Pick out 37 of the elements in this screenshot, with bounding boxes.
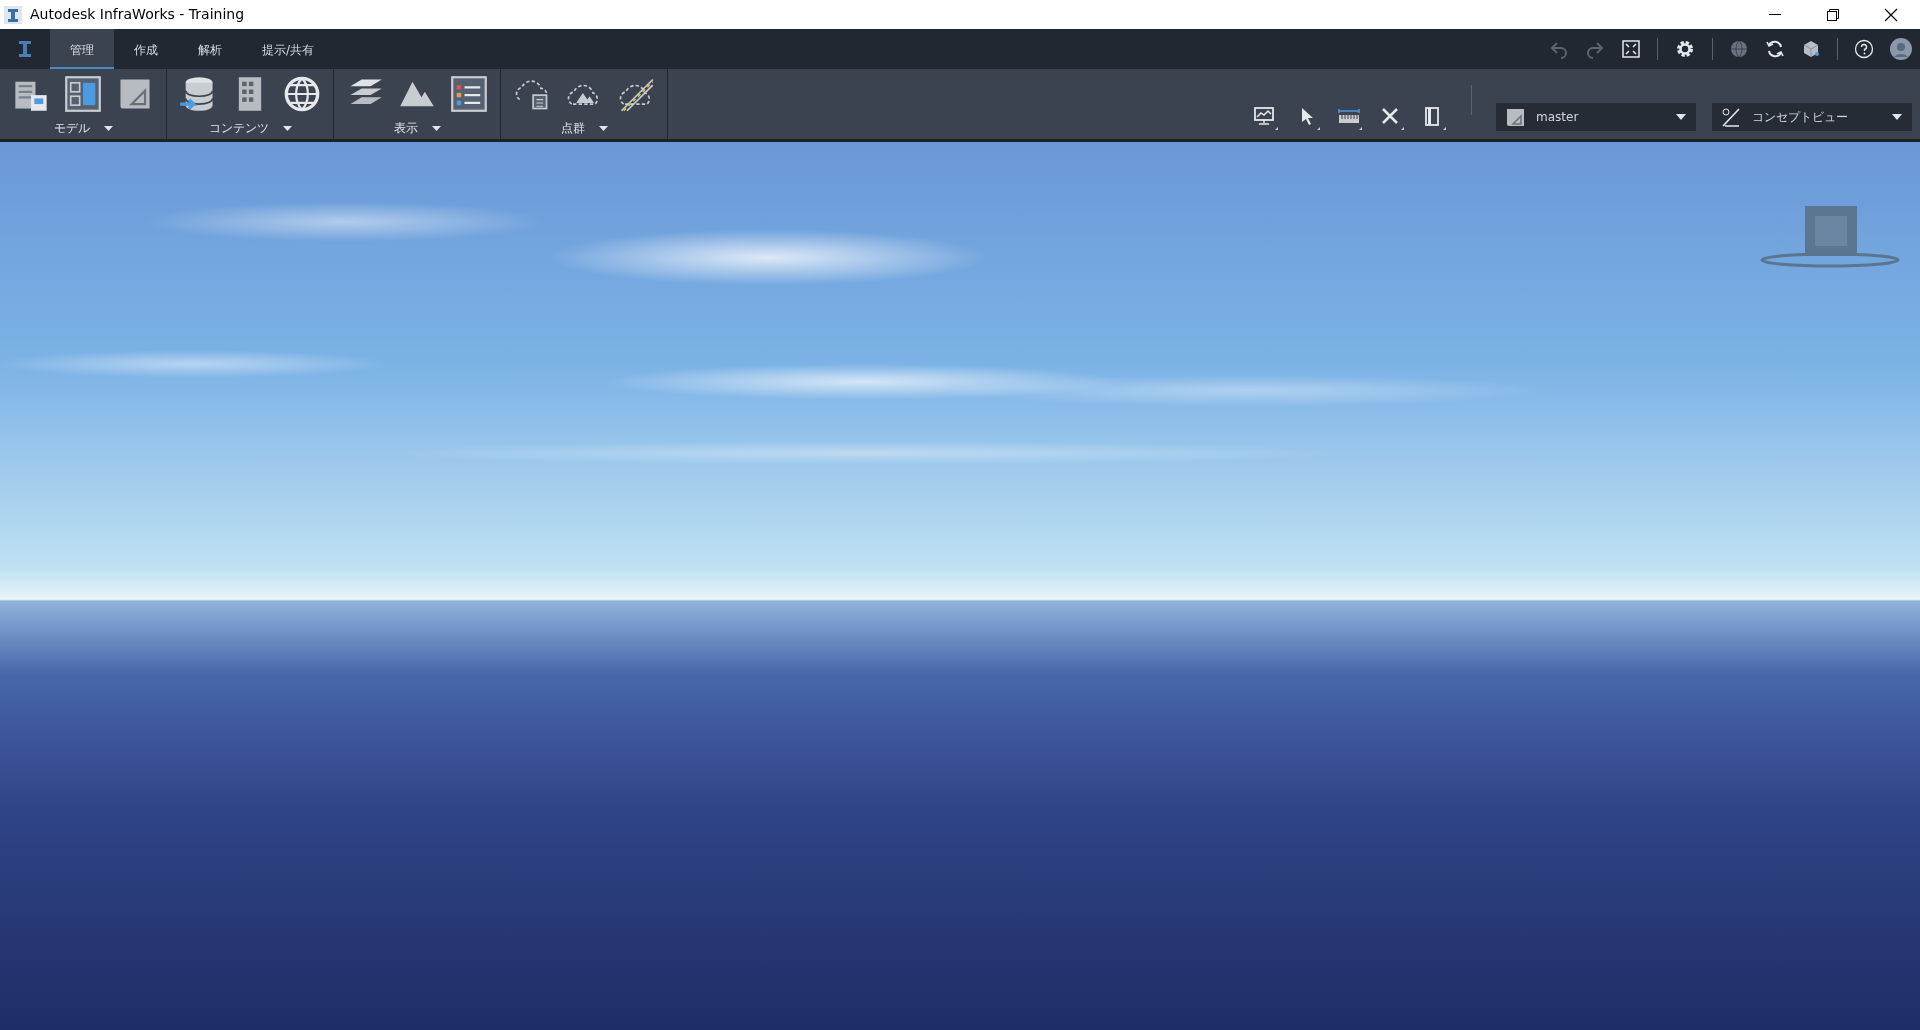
undo-icon[interactable]: [1549, 39, 1569, 59]
dropdown-caret-icon[interactable]: [282, 125, 292, 131]
ribbon-tab[interactable]: 作成: [114, 29, 178, 69]
window-title: Autodesk InfraWorks - Training: [30, 5, 245, 24]
ribbon-tab[interactable]: 解析: [178, 29, 242, 69]
monitor-icon[interactable]: [1253, 105, 1279, 131]
ribbon-tab[interactable]: 提示/共有: [242, 29, 335, 69]
sync-icon[interactable]: [1765, 39, 1785, 59]
ribbon-group-label[interactable]: 表示: [393, 119, 418, 137]
layout-panel-icon[interactable]: [64, 75, 102, 113]
dropdown-caret-icon: [1676, 114, 1686, 120]
visual-style-dropdown[interactable]: コンセプトビュー: [1712, 103, 1912, 131]
tools-icon[interactable]: [1379, 105, 1405, 131]
globe-icon[interactable]: [1729, 39, 1749, 59]
close-icon: [1884, 7, 1898, 22]
list-panel-icon[interactable]: [450, 75, 488, 113]
dropdown-caret-icon[interactable]: [103, 125, 113, 131]
minimize-icon: [1769, 13, 1781, 16]
dropdown-caret-icon: [1892, 114, 1902, 120]
proposal-dropdown[interactable]: master: [1496, 103, 1696, 131]
app-logo-icon: [4, 5, 22, 24]
fullscreen-icon[interactable]: [1621, 39, 1641, 59]
blueprint-drawing-icon: [1504, 106, 1526, 128]
ribbon-group-label[interactable]: モデル: [53, 119, 90, 137]
ribbon-tab[interactable]: 管理: [50, 29, 114, 69]
globe-network-icon[interactable]: [283, 75, 321, 113]
redo-icon[interactable]: [1585, 39, 1605, 59]
app-logo-icon[interactable]: [18, 40, 32, 58]
avatar-icon[interactable]: [1890, 38, 1912, 60]
ribbon-group-label[interactable]: 点群: [560, 119, 585, 137]
settings-icon[interactable]: [1674, 38, 1696, 60]
cube-share-icon[interactable]: [1801, 39, 1821, 59]
dropdown-caret-icon[interactable]: [598, 125, 608, 131]
restore-icon: [1827, 8, 1839, 21]
dropdown-caret-icon[interactable]: [431, 125, 441, 131]
ribbon-group-label[interactable]: コンテンツ: [208, 119, 269, 137]
help-icon[interactable]: [1854, 39, 1874, 59]
